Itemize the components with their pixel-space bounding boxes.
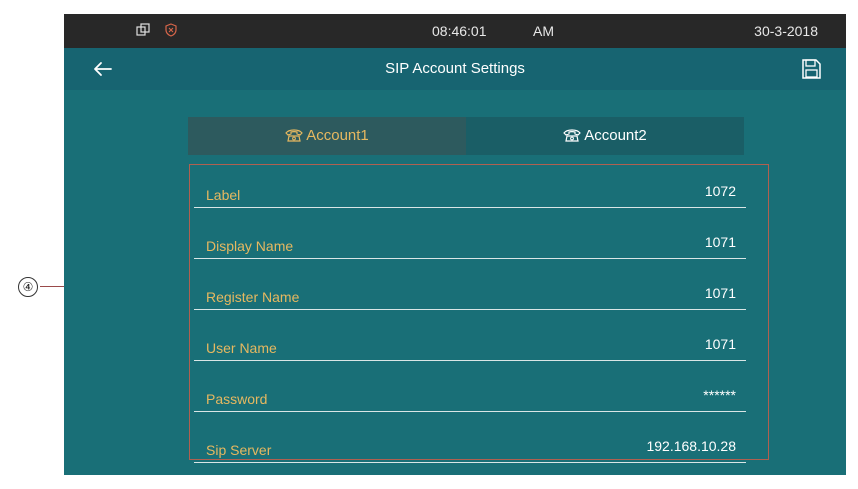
device-screen: 08:46:01 AM 30-3-2018 SIP Account Settin…	[64, 14, 846, 475]
shield-icon	[165, 23, 177, 37]
field-row-sip-server[interactable]: Sip Server 192.168.10.28	[190, 414, 746, 465]
field-row-label[interactable]: Label 1072	[190, 159, 746, 210]
field-label: Sip Server	[206, 442, 272, 458]
annotated-field-group: Label 1072 Display Name 1071 Register Na…	[189, 164, 769, 463]
field-value: 1071	[704, 285, 736, 301]
save-icon[interactable]	[800, 58, 822, 80]
page-title: SIP Account Settings	[385, 60, 525, 77]
field-underline	[194, 207, 746, 208]
field-label: User Name	[206, 340, 277, 356]
field-underline	[194, 411, 746, 412]
field-value: 192.168.10.28	[646, 438, 736, 454]
phone-icon	[563, 129, 582, 142]
field-underline	[194, 309, 746, 310]
field-row-password[interactable]: Password ******	[190, 363, 746, 414]
tab-account2[interactable]: Account2	[466, 117, 744, 155]
tab-account1-label: Account1	[306, 127, 369, 144]
annotation-marker: ④	[18, 277, 38, 297]
field-row-user-name[interactable]: User Name 1071	[190, 312, 746, 363]
field-value: ******	[703, 387, 736, 403]
field-value: 1072	[704, 183, 736, 199]
title-bar: SIP Account Settings	[64, 48, 846, 90]
windows-icon	[136, 23, 150, 36]
field-label: Label	[206, 187, 241, 203]
field-row-register-name[interactable]: Register Name 1071	[190, 261, 746, 312]
status-ampm: AM	[533, 23, 554, 39]
field-underline	[194, 462, 746, 463]
status-bar: 08:46:01 AM 30-3-2018	[64, 14, 846, 48]
field-underline	[194, 360, 746, 361]
tab-account2-label: Account2	[584, 127, 647, 144]
field-underline	[194, 258, 746, 259]
field-row-display-name[interactable]: Display Name 1071	[190, 210, 746, 261]
phone-icon	[285, 129, 304, 142]
account-tabs: Account1 Account2	[188, 117, 744, 155]
field-label: Display Name	[206, 238, 294, 254]
field-value: 1071	[704, 234, 736, 250]
field-value: 1071	[704, 336, 736, 352]
status-time: 08:46:01	[432, 23, 487, 39]
settings-content: Account1 Account2 Label 1072 Display Nam…	[64, 90, 846, 475]
tab-account1[interactable]: Account1	[188, 117, 466, 155]
field-label: Password	[206, 391, 268, 407]
status-date: 30-3-2018	[754, 23, 818, 39]
field-label: Register Name	[206, 289, 300, 305]
